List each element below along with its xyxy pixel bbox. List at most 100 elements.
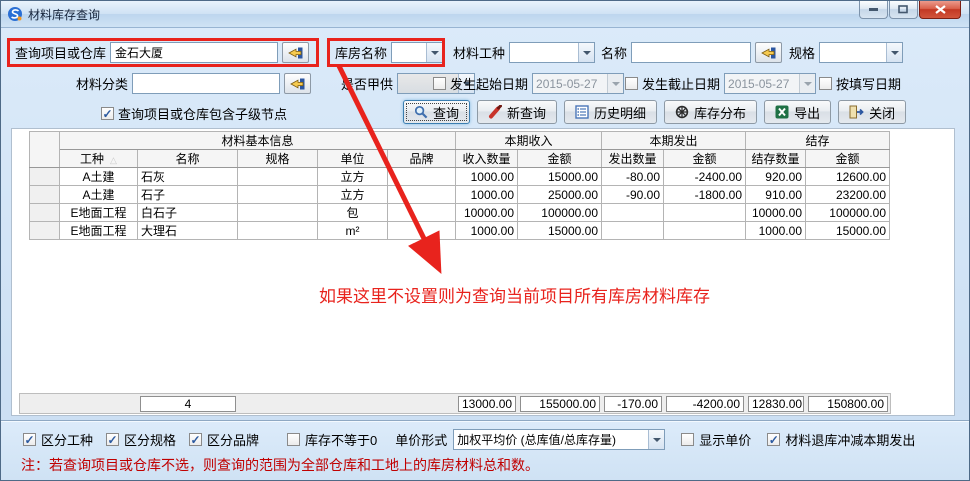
- spec-combo[interactable]: [819, 42, 903, 63]
- table-cell[interactable]: 白石子: [138, 204, 238, 222]
- column-header[interactable]: 发出数量: [602, 150, 664, 168]
- table-cell[interactable]: 大理石: [138, 222, 238, 240]
- nonzero-checkbox[interactable]: ✓: [287, 433, 300, 446]
- table-cell[interactable]: 10000.00: [746, 204, 806, 222]
- end-date-picker[interactable]: 2015-05-27: [724, 73, 816, 94]
- table-cell[interactable]: 25000.00: [518, 186, 602, 204]
- chevron-down-icon[interactable]: [648, 430, 664, 449]
- table-cell[interactable]: 1000.00: [456, 186, 518, 204]
- close-dialog-button[interactable]: 关闭: [838, 100, 906, 124]
- minimize-button[interactable]: [859, 1, 888, 19]
- table-cell[interactable]: 100000.00: [806, 204, 890, 222]
- table-cell[interactable]: [388, 222, 456, 240]
- table-cell[interactable]: A土建: [60, 168, 138, 186]
- project-input[interactable]: [110, 42, 278, 63]
- row-selector[interactable]: [30, 204, 60, 222]
- table-row[interactable]: A土建石子 立方 1000.0025000.00-90.00-1800.00910.…: [30, 186, 890, 204]
- by-trade-checkbox[interactable]: ✓: [23, 433, 36, 446]
- table-row[interactable]: E地面工程大理石m²1000.0015000.001000.0015000.00: [30, 222, 890, 240]
- include-children-checkbox[interactable]: ✓: [101, 107, 114, 120]
- table-cell[interactable]: 1000.00: [746, 222, 806, 240]
- table-cell[interactable]: -80.00: [602, 168, 664, 186]
- column-header[interactable]: 规格: [238, 150, 318, 168]
- name-browse-button[interactable]: [755, 42, 782, 63]
- return-offset-checkbox[interactable]: ✓: [767, 433, 780, 446]
- category-browse-button[interactable]: [284, 73, 311, 94]
- chevron-down-icon[interactable]: [886, 43, 902, 62]
- export-button[interactable]: 导出: [764, 100, 831, 124]
- chevron-down-icon[interactable]: [607, 74, 623, 93]
- chevron-down-icon[interactable]: [578, 43, 594, 62]
- table-cell[interactable]: 920.00: [746, 168, 806, 186]
- column-header[interactable]: 金额: [806, 150, 890, 168]
- table-cell[interactable]: 石灰: [138, 168, 238, 186]
- table-cell[interactable]: [602, 204, 664, 222]
- new-query-button[interactable]: 新查询: [477, 100, 557, 124]
- table-cell[interactable]: -90.00: [602, 186, 664, 204]
- table-cell[interactable]: [388, 186, 456, 204]
- inventory-distribution-button[interactable]: 库存分布: [664, 100, 757, 124]
- table-cell[interactable]: -2400.00: [664, 168, 746, 186]
- category-input[interactable]: [132, 73, 280, 94]
- table-cell[interactable]: m²: [318, 222, 388, 240]
- column-header[interactable]: 品牌: [388, 150, 456, 168]
- table-cell[interactable]: 立方: [318, 168, 388, 186]
- row-selector[interactable]: [30, 186, 60, 204]
- row-selector[interactable]: [30, 168, 60, 186]
- column-header[interactable]: 单位: [318, 150, 388, 168]
- table-cell[interactable]: [238, 222, 318, 240]
- query-button[interactable]: 查询: [403, 100, 470, 124]
- table-cell[interactable]: -1800.00: [664, 186, 746, 204]
- table-cell[interactable]: [664, 204, 746, 222]
- end-date-checkbox[interactable]: ✓: [625, 77, 638, 90]
- history-detail-button[interactable]: 历史明细: [564, 100, 657, 124]
- table-cell[interactable]: [388, 204, 456, 222]
- row-selector[interactable]: [30, 222, 60, 240]
- table-cell[interactable]: [602, 222, 664, 240]
- start-date-checkbox[interactable]: ✓: [433, 77, 446, 90]
- name-input[interactable]: [631, 42, 751, 63]
- trade-combo[interactable]: [509, 42, 595, 63]
- show-price-checkbox[interactable]: ✓: [681, 433, 694, 446]
- table-cell[interactable]: 15000.00: [518, 168, 602, 186]
- column-header[interactable]: 工种△: [60, 150, 138, 168]
- project-browse-button[interactable]: [282, 42, 309, 63]
- column-header[interactable]: 名称: [138, 150, 238, 168]
- table-cell[interactable]: [238, 204, 318, 222]
- maximize-button[interactable]: [889, 1, 918, 19]
- by-brand-checkbox[interactable]: ✓: [189, 433, 202, 446]
- table-cell[interactable]: 100000.00: [518, 204, 602, 222]
- table-cell[interactable]: 立方: [318, 186, 388, 204]
- price-form-combo[interactable]: 加权平均价 (总库值/总库存量): [453, 429, 665, 450]
- table-cell[interactable]: 1000.00: [456, 222, 518, 240]
- table-row[interactable]: A土建石灰 立方 1000.0015000.00-80.00-2400.00920.…: [30, 168, 890, 186]
- column-header[interactable]: 结存数量: [746, 150, 806, 168]
- by-fill-date-checkbox[interactable]: ✓: [819, 77, 832, 90]
- table-row[interactable]: E地面工程白石子包10000.00100000.0010000.00100000…: [30, 204, 890, 222]
- close-button[interactable]: [919, 1, 961, 19]
- table-cell[interactable]: 15000.00: [518, 222, 602, 240]
- chevron-down-icon[interactable]: [426, 43, 442, 62]
- table-cell[interactable]: 15000.00: [806, 222, 890, 240]
- by-spec-checkbox[interactable]: ✓: [106, 433, 119, 446]
- chevron-down-icon[interactable]: [799, 74, 815, 93]
- table-cell[interactable]: [664, 222, 746, 240]
- warehouse-combo[interactable]: [391, 42, 443, 63]
- table-cell[interactable]: 包: [318, 204, 388, 222]
- column-header[interactable]: 金额: [518, 150, 602, 168]
- column-header[interactable]: 收入数量: [456, 150, 518, 168]
- start-date-picker[interactable]: 2015-05-27: [532, 73, 624, 94]
- table-cell[interactable]: 石子: [138, 186, 238, 204]
- table-cell[interactable]: 12600.00: [806, 168, 890, 186]
- column-header[interactable]: 金额: [664, 150, 746, 168]
- table-cell[interactable]: E地面工程: [60, 204, 138, 222]
- table-cell[interactable]: [238, 186, 318, 204]
- table-cell[interactable]: [238, 168, 318, 186]
- table-cell[interactable]: E地面工程: [60, 222, 138, 240]
- table-cell[interactable]: 910.00: [746, 186, 806, 204]
- table-cell[interactable]: A土建: [60, 186, 138, 204]
- table-cell[interactable]: 1000.00: [456, 168, 518, 186]
- table-cell[interactable]: 10000.00: [456, 204, 518, 222]
- table-cell[interactable]: 23200.00: [806, 186, 890, 204]
- table-cell[interactable]: [388, 168, 456, 186]
